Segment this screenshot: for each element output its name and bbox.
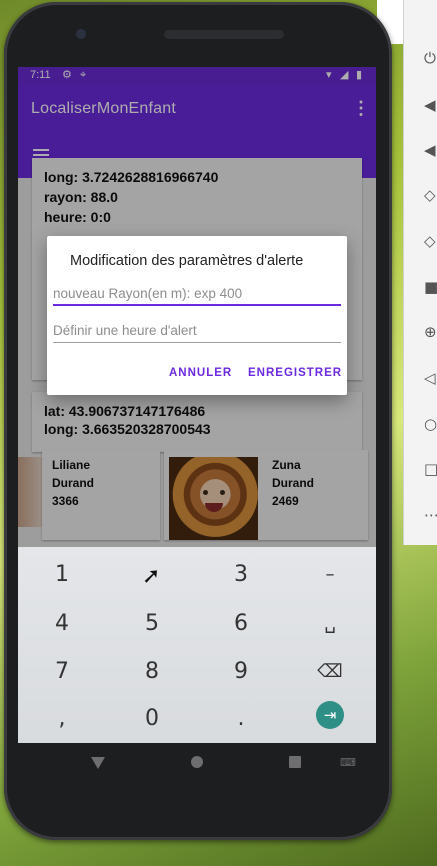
key-5[interactable]: 5: [122, 604, 182, 644]
power-icon[interactable]: ⏻: [424, 50, 437, 66]
enter-key-icon[interactable]: ⇥: [316, 701, 344, 729]
dialog-title: Modification des paramètres d'alerte: [70, 253, 304, 269]
key-4[interactable]: 4: [32, 604, 92, 644]
key-comma[interactable]: ,: [32, 699, 92, 739]
key-0[interactable]: 0: [122, 699, 182, 739]
rotate-left-icon[interactable]: ◇: [424, 187, 437, 203]
front-camera: [76, 29, 86, 39]
home-icon[interactable]: ○: [424, 416, 437, 432]
backspace-key[interactable]: ⌫: [300, 652, 360, 692]
volume-up-icon[interactable]: ◀: [424, 97, 437, 113]
key-8[interactable]: 8: [122, 652, 182, 692]
key-6[interactable]: 6: [211, 604, 271, 644]
back-icon[interactable]: ◁: [424, 370, 437, 386]
rotate-right-icon[interactable]: ◇: [424, 233, 437, 249]
zoom-icon[interactable]: ⊕: [424, 324, 437, 340]
volume-down-icon[interactable]: ◀: [424, 142, 437, 158]
overview-icon[interactable]: □: [424, 461, 437, 477]
nav-home-icon[interactable]: [191, 756, 203, 768]
keyboard-switch-icon[interactable]: ⌨: [340, 756, 356, 769]
key-period[interactable]: .: [211, 699, 271, 739]
key-9[interactable]: 9: [211, 652, 271, 692]
rayon-input[interactable]: [53, 282, 341, 306]
mouse-pointer-icon: ➚: [142, 564, 161, 589]
camera-icon[interactable]: ■: [424, 279, 437, 295]
key-1[interactable]: 1: [32, 555, 92, 595]
nav-back-icon[interactable]: [91, 757, 105, 769]
key-7[interactable]: 7: [32, 652, 92, 692]
save-button[interactable]: ENREGISTRER: [248, 367, 342, 379]
earpiece-speaker: [164, 30, 284, 39]
key-3[interactable]: 3: [211, 555, 271, 595]
space-key[interactable]: ␣: [300, 604, 360, 644]
more-icon[interactable]: ⋯: [424, 507, 437, 523]
numeric-keyboard: 1 3 – 4 5 6 ␣ 7 8 9 ⌫ , 0 . ⇥: [18, 547, 376, 743]
alert-settings-dialog: Modification des paramètres d'alerte ANN…: [47, 236, 347, 395]
nav-recents-icon[interactable]: [289, 756, 301, 768]
system-nav-bar: ⌨: [18, 743, 376, 785]
cancel-button[interactable]: ANNULER: [169, 367, 232, 379]
key-minus[interactable]: –: [300, 555, 360, 595]
heure-input[interactable]: [53, 319, 341, 343]
phone-screen: 7:11 ⚙ ⌖ ▾ ◢ ▮ LocaliserMonEnfant ⋮ long…: [18, 67, 376, 743]
